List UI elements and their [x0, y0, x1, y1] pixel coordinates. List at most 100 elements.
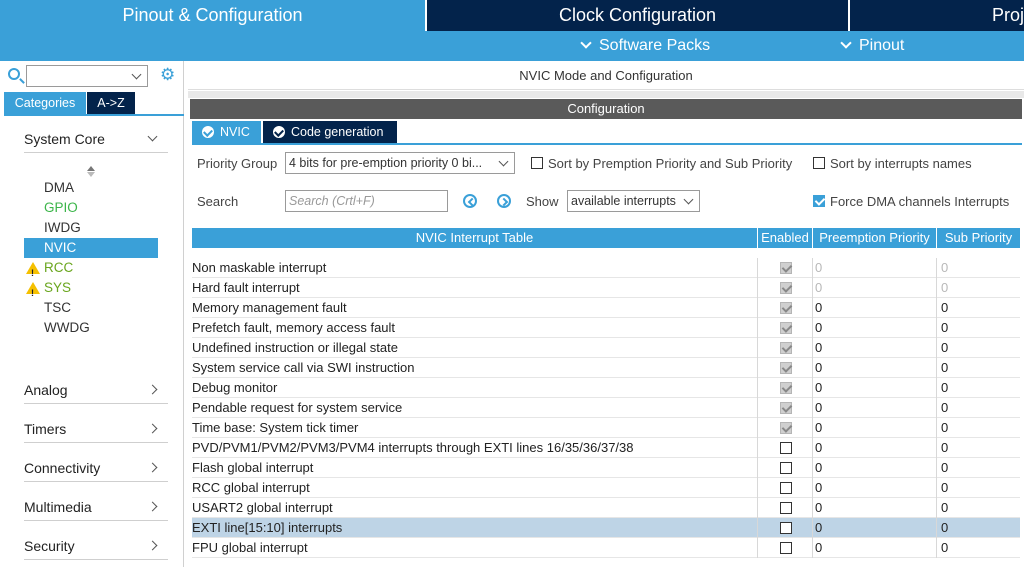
sub-priority-cell[interactable]: 0 — [937, 338, 1020, 358]
column-header-preemption[interactable]: Preemption Priority — [813, 228, 937, 248]
search-input[interactable]: Search (Crtl+F) — [285, 190, 448, 212]
tab-pinout-configuration[interactable]: Pinout & Configuration — [0, 0, 425, 31]
table-row[interactable]: EXTI line[15:10] interrupts 0 0 — [192, 518, 1020, 538]
table-row[interactable]: PVD/PVM1/PVM2/PVM3/PVM4 interrupts throu… — [192, 438, 1020, 458]
peripheral-iwdg[interactable]: IWDG — [24, 218, 158, 238]
sort-down-icon[interactable] — [87, 172, 95, 177]
sub-priority-cell[interactable]: 0 — [937, 478, 1020, 498]
preemption-priority-cell[interactable]: 0 — [813, 298, 937, 318]
enabled-checkbox[interactable] — [780, 502, 792, 514]
preemption-priority-cell[interactable]: 0 — [813, 538, 937, 558]
preemption-priority-cell[interactable]: 0 — [813, 498, 937, 518]
peripheral-nvic[interactable]: NVIC — [24, 238, 158, 258]
preemption-priority-cell[interactable]: 0 — [813, 438, 937, 458]
sub-priority-cell[interactable]: 0 — [937, 438, 1020, 458]
enabled-checkbox[interactable] — [780, 442, 792, 454]
table-row[interactable]: RCC global interrupt 0 0 — [192, 478, 1020, 498]
preemption-priority-cell[interactable]: 0 — [813, 518, 937, 538]
sub-priority-cell[interactable]: 0 — [937, 418, 1020, 438]
panel-divider[interactable] — [188, 91, 1024, 98]
sub-priority-cell[interactable]: 0 — [937, 298, 1020, 318]
enabled-checkbox[interactable] — [780, 262, 792, 274]
peripheral-wwdg[interactable]: WWDG — [24, 318, 158, 338]
enabled-checkbox[interactable] — [780, 322, 792, 334]
tab-code-generation[interactable]: Code generation — [263, 121, 397, 143]
enabled-checkbox[interactable] — [780, 342, 792, 354]
tab-project-manager[interactable]: Proj — [850, 0, 1024, 31]
preemption-priority-cell[interactable]: 0 — [813, 478, 937, 498]
preemption-priority-cell[interactable]: 0 — [813, 278, 937, 298]
sub-priority-cell[interactable]: 0 — [937, 518, 1020, 538]
sub-priority-cell[interactable]: 0 — [937, 278, 1020, 298]
column-header-enabled[interactable]: Enabled — [758, 228, 813, 248]
table-row[interactable]: FPU global interrupt 0 0 — [192, 538, 1020, 558]
sub-priority-cell[interactable]: 0 — [937, 358, 1020, 378]
group-timers[interactable]: Timers — [24, 415, 168, 443]
peripheral-dma[interactable]: DMA — [24, 178, 158, 198]
priority-group-select[interactable]: 4 bits for pre-emption priority 0 bi... — [285, 152, 515, 174]
gear-icon[interactable]: ⚙ — [160, 66, 176, 83]
peripheral-search-combo[interactable] — [26, 65, 148, 87]
enabled-checkbox[interactable] — [780, 402, 792, 414]
tab-nvic[interactable]: NVIC — [192, 121, 261, 143]
enabled-checkbox[interactable] — [780, 382, 792, 394]
table-row[interactable]: System service call via SWI instruction … — [192, 358, 1020, 378]
group-connectivity[interactable]: Connectivity — [24, 454, 168, 482]
tab-a-to-z[interactable]: A->Z — [87, 92, 135, 114]
table-row[interactable]: Hard fault interrupt 0 0 — [192, 278, 1020, 298]
pinout-menu[interactable]: Pinout — [840, 31, 904, 61]
tab-clock-configuration[interactable]: Clock Configuration — [427, 0, 848, 31]
group-analog[interactable]: Analog — [24, 376, 168, 404]
table-row[interactable]: Pendable request for system service 0 0 — [192, 398, 1020, 418]
table-row[interactable]: Flash global interrupt 0 0 — [192, 458, 1020, 478]
tab-categories[interactable]: Categories — [4, 92, 86, 114]
sort-up-icon[interactable] — [87, 166, 95, 171]
enabled-checkbox[interactable] — [780, 522, 792, 534]
software-packs-menu[interactable]: Software Packs — [580, 31, 710, 61]
sub-priority-cell[interactable]: 0 — [937, 378, 1020, 398]
group-multimedia[interactable]: Multimedia — [24, 493, 168, 521]
next-icon[interactable] — [497, 194, 511, 208]
table-row[interactable]: Memory management fault 0 0 — [192, 298, 1020, 318]
column-header-sub-priority[interactable]: Sub Priority — [937, 228, 1020, 248]
preemption-priority-cell[interactable]: 0 — [813, 418, 937, 438]
preemption-priority-cell[interactable]: 0 — [813, 378, 937, 398]
show-select[interactable]: available interrupts — [567, 190, 700, 212]
sub-priority-cell[interactable]: 0 — [937, 538, 1020, 558]
sort-names-checkbox[interactable] — [813, 157, 825, 169]
table-row[interactable]: Time base: System tick timer 0 0 — [192, 418, 1020, 438]
table-row[interactable]: Non maskable interrupt 0 0 — [192, 258, 1020, 278]
preemption-priority-cell[interactable]: 0 — [813, 318, 937, 338]
sub-priority-cell[interactable]: 0 — [937, 398, 1020, 418]
column-header-interrupt[interactable]: NVIC Interrupt Table — [192, 228, 758, 248]
preemption-priority-cell[interactable]: 0 — [813, 398, 937, 418]
peripheral-sys[interactable]: SYS — [24, 278, 158, 303]
preemption-priority-cell[interactable]: 0 — [813, 258, 937, 278]
enabled-checkbox[interactable] — [780, 302, 792, 314]
preemption-priority-cell[interactable]: 0 — [813, 358, 937, 378]
sub-priority-cell[interactable]: 0 — [937, 458, 1020, 478]
enabled-checkbox[interactable] — [780, 362, 792, 374]
sub-priority-cell[interactable]: 0 — [937, 258, 1020, 278]
table-row[interactable]: Undefined instruction or illegal state 0… — [192, 338, 1020, 358]
enabled-checkbox[interactable] — [780, 482, 792, 494]
force-dma-checkbox[interactable] — [813, 195, 825, 207]
preemption-priority-cell[interactable]: 0 — [813, 338, 937, 358]
peripheral-tsc[interactable]: TSC — [24, 298, 158, 318]
preemption-priority-cell[interactable]: 0 — [813, 458, 937, 478]
table-row[interactable]: Debug monitor 0 0 — [192, 378, 1020, 398]
enabled-checkbox[interactable] — [780, 422, 792, 434]
previous-icon[interactable] — [463, 194, 477, 208]
sort-premption-checkbox[interactable] — [531, 157, 543, 169]
enabled-checkbox[interactable] — [780, 462, 792, 474]
peripheral-gpio[interactable]: GPIO — [24, 198, 158, 218]
sub-priority-cell[interactable]: 0 — [937, 498, 1020, 518]
group-security[interactable]: Security — [24, 532, 168, 560]
table-row[interactable]: Prefetch fault, memory access fault 0 0 — [192, 318, 1020, 338]
table-row[interactable]: USART2 global interrupt 0 0 — [192, 498, 1020, 518]
enabled-checkbox[interactable] — [780, 282, 792, 294]
group-system-core[interactable]: System Core — [24, 125, 168, 153]
sub-priority-cell[interactable]: 0 — [937, 318, 1020, 338]
enabled-checkbox[interactable] — [780, 542, 792, 554]
peripheral-rcc[interactable]: RCC — [24, 258, 158, 283]
